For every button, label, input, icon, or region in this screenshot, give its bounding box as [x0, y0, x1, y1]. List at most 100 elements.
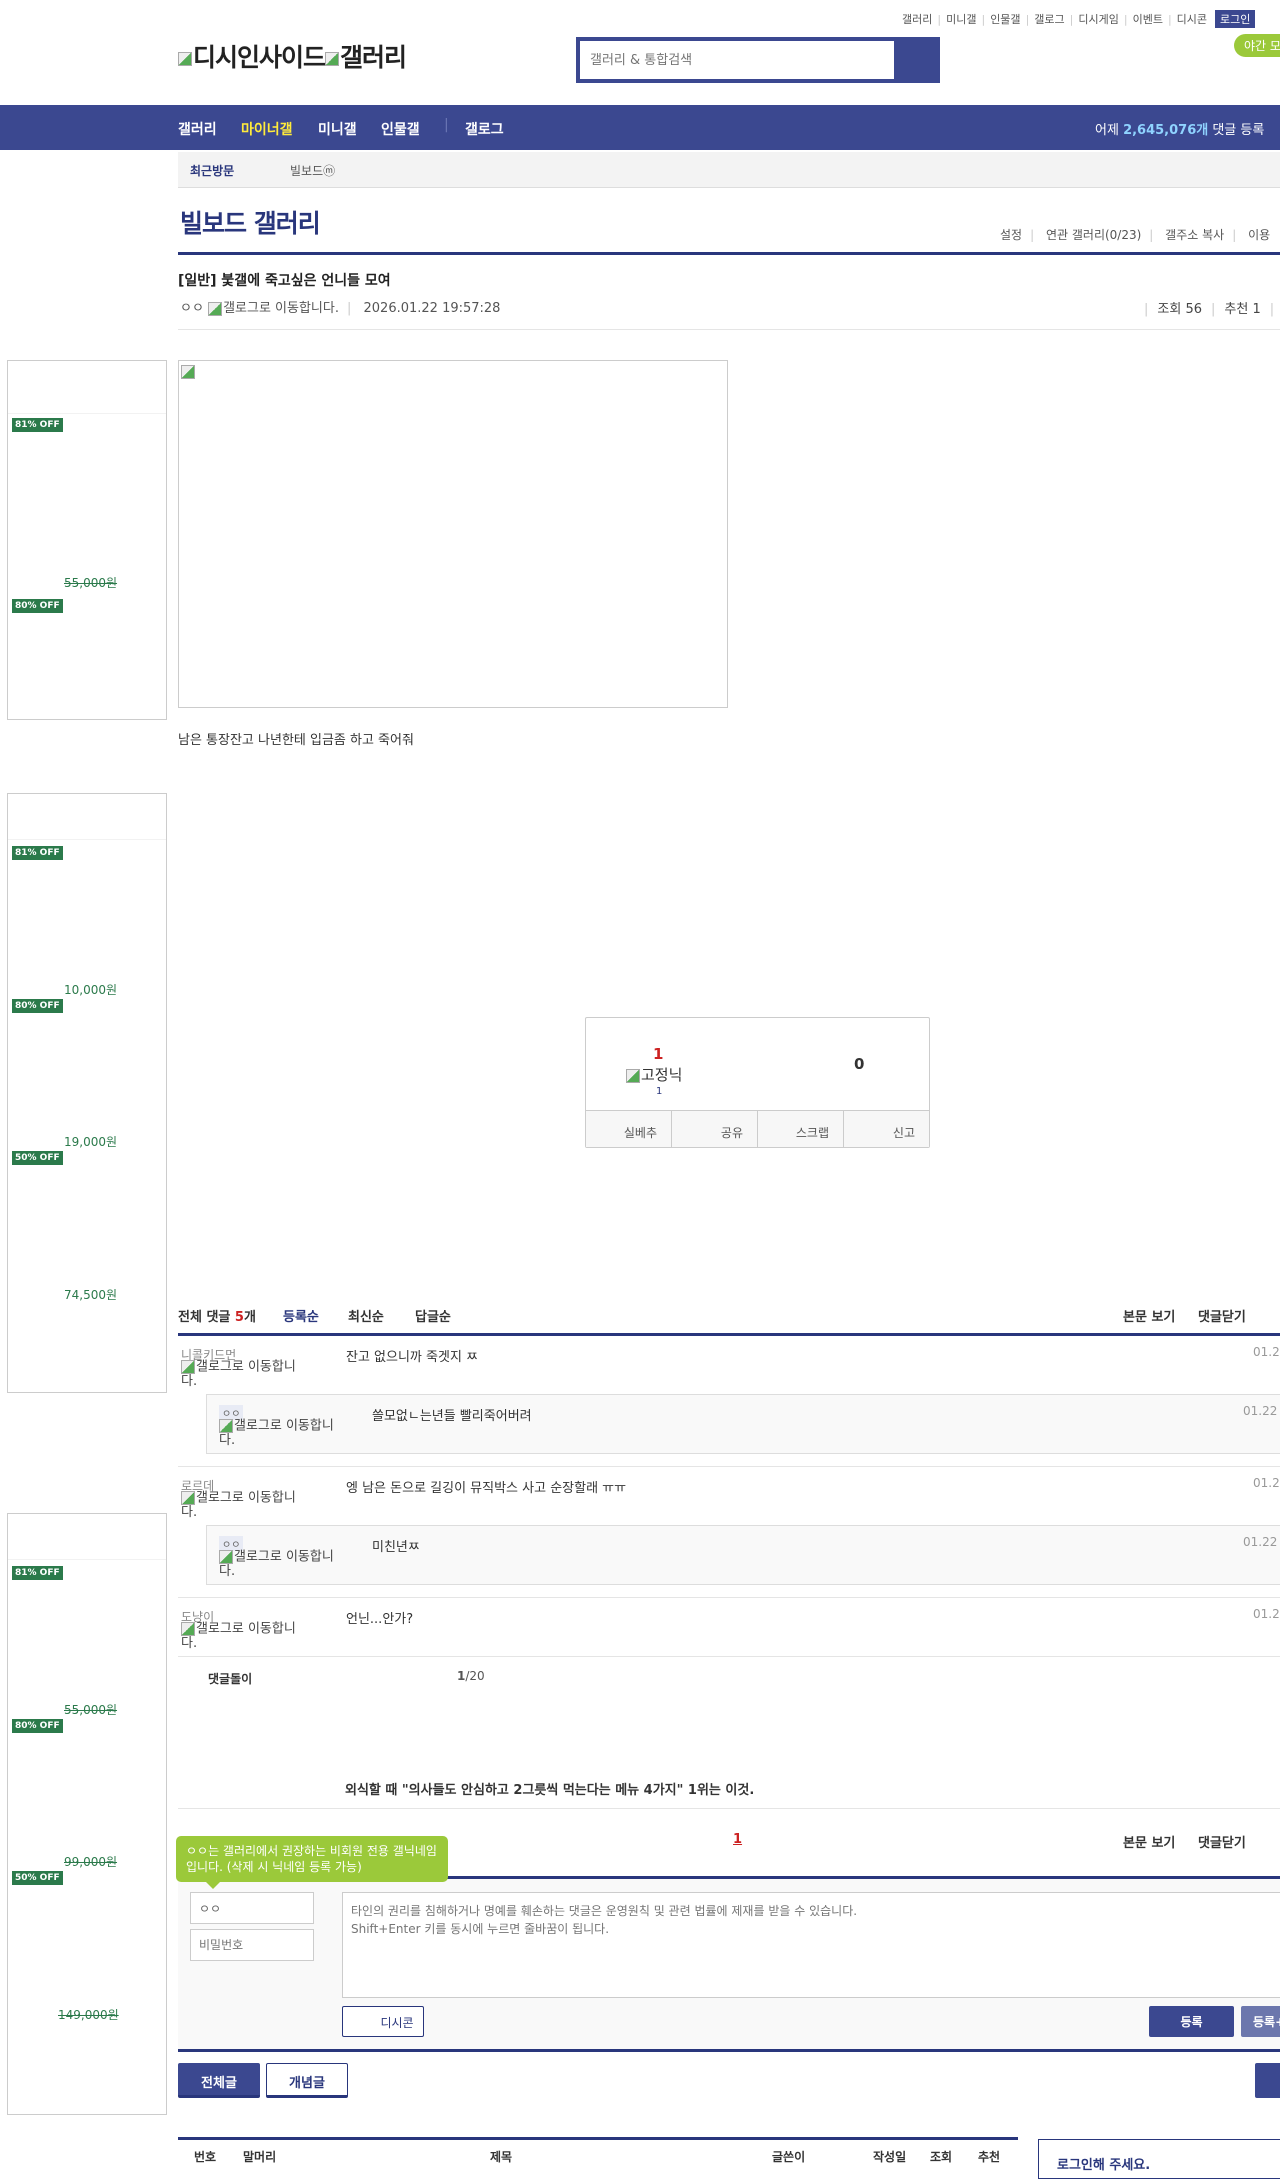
- top-link-gallery[interactable]: 갤러리: [902, 11, 932, 27]
- meta-divider: [178, 329, 1280, 330]
- gallery-title[interactable]: 빌보드 갤러리: [180, 204, 321, 240]
- write-button[interactable]: [1255, 2063, 1280, 2098]
- title-divider: [178, 252, 1280, 255]
- top-link-game[interactable]: 디시게임: [1078, 11, 1118, 27]
- fixed-nick-upvote[interactable]: 고정닉: [626, 1064, 682, 1085]
- comment-text: 언닌...안가?: [346, 1612, 414, 1627]
- logo-gallery: 갤러리: [340, 43, 407, 72]
- reply-text: 쓸모없ㄴ는년들 빨리죽어버려: [372, 1409, 532, 1424]
- login-box: 로그인해 주세요.: [1038, 2139, 1280, 2179]
- copy-address-link[interactable]: 갤주소 복사: [1165, 228, 1224, 242]
- sub-nav: 최근방문 빌보드ⓜ: [178, 152, 1280, 188]
- close-comments-button[interactable]: 댓글닫기: [1198, 1306, 1246, 1325]
- price: 74,500원: [64, 1288, 118, 1302]
- reply-item: ㅇㅇ 갤로그로 이동합니다. 쓸모없ㄴ는년들 빨리죽어버려 01.22: [206, 1394, 1280, 1454]
- view-body-button[interactable]: 본문 보기: [1123, 1306, 1175, 1325]
- share-button[interactable]: 공유: [672, 1111, 758, 1147]
- search-input[interactable]: [580, 41, 894, 79]
- fixed-nick-count: 1: [656, 1086, 663, 1097]
- recent-gallery-link[interactable]: 빌보드ⓜ: [290, 162, 335, 179]
- night-mode-toggle[interactable]: 야간 모드: [1234, 34, 1280, 57]
- col-writer: 글쓴이: [772, 2150, 806, 2164]
- broken-image-icon: [626, 1068, 640, 1083]
- logo[interactable]: 디시인사이드 갤러리: [178, 38, 407, 74]
- tab-all-posts[interactable]: 전체글: [178, 2063, 260, 2098]
- comment-count: 전체 댓글 5개: [178, 1310, 256, 1325]
- comment-textarea[interactable]: [342, 1892, 1280, 1998]
- settings-link[interactable]: 설정: [1000, 228, 1022, 242]
- col-date: 작성일: [873, 2150, 907, 2164]
- nav-mini[interactable]: 미니갤: [318, 119, 357, 139]
- comment-page-1[interactable]: 1: [733, 1832, 742, 1847]
- gallery-menu: 설정 | 연관 갤러리(0/23) | 갤주소 복사 | 이용: [1000, 228, 1271, 242]
- price: 55,000원: [64, 1703, 118, 1717]
- col-number: 번호: [194, 2150, 217, 2164]
- nickname-input[interactable]: [190, 1892, 314, 1924]
- tab-best-posts[interactable]: 개념글: [266, 2063, 348, 2098]
- top-link-person[interactable]: 인물갤: [990, 11, 1020, 27]
- nav-divider: |: [444, 117, 449, 133]
- discount-badge: 80% OFF: [12, 599, 63, 613]
- view-count: 조회 56: [1157, 302, 1202, 317]
- gallog-link[interactable]: 갤로그로 이동합니다.: [181, 1360, 306, 1389]
- top-link-event[interactable]: 이벤트: [1133, 11, 1163, 27]
- comment-item: 로르데 갤로그로 이동합니다. 엥 남은 돈으로 길깅이 뮤직박스 사고 순장할…: [178, 1467, 1280, 1597]
- comment-divider: [178, 1656, 1280, 1657]
- ad-banner[interactable]: 81% OFF 10,000원 80% OFF 19,000원 50% OFF …: [7, 793, 167, 1393]
- reply-item: ㅇㅇ 갤로그로 이동합니다. 미친년ㅉ 01.22: [206, 1525, 1280, 1585]
- submit-button[interactable]: 등록: [1149, 2006, 1234, 2037]
- discount-badge: 80% OFF: [12, 999, 63, 1013]
- related-gallery-link[interactable]: 연관 갤러리(0/23): [1046, 228, 1141, 242]
- price: 10,000원: [64, 983, 118, 997]
- col-head: 말머리: [243, 2150, 277, 2164]
- sort-registered[interactable]: 등록순: [283, 1306, 319, 1325]
- broken-image-icon: [208, 301, 223, 316]
- comment-text: 엥 남은 돈으로 길깅이 뮤직박스 사고 순장할래 ㅠㅠ: [346, 1481, 627, 1496]
- reply-text: 미친년ㅉ: [372, 1540, 420, 1555]
- gallog-link[interactable]: 갤로그로 이동합니다.: [219, 1550, 344, 1579]
- scrap-button[interactable]: 스크랩: [758, 1111, 844, 1147]
- top-link-mini[interactable]: 미니갤: [946, 11, 976, 27]
- password-input[interactable]: [190, 1929, 314, 1961]
- ad-banner[interactable]: 81% OFF 55,000원 80% OFF: [7, 360, 167, 720]
- form-bottom-divider: [178, 2049, 1280, 2052]
- dccon-button[interactable]: 디시콘: [342, 2006, 424, 2037]
- best-recommend-button[interactable]: 실베추: [586, 1111, 672, 1147]
- top-links: 갤러리 | 미니갤 | 인물갤 | 갤로그 | 디시게임 | 이벤트 | 디시콘 로그인: [902, 10, 1256, 28]
- gallog-link[interactable]: 갤로그로 이동합니다.: [219, 1419, 344, 1448]
- nav-person[interactable]: 인물갤: [381, 119, 420, 139]
- col-title: 제목: [490, 2150, 513, 2164]
- gallog-link[interactable]: 갤로그로 이동합니다.: [223, 301, 339, 316]
- nav-gallog[interactable]: 갤로그: [465, 119, 504, 139]
- ad-banner[interactable]: 81% OFF 55,000원 80% OFF 99,000원 50% OFF …: [7, 1513, 167, 2115]
- comment-date: 01.22: [1253, 1476, 1280, 1490]
- nav-gallery[interactable]: 갤러리: [178, 119, 217, 139]
- broken-image-icon: [325, 52, 340, 66]
- gallog-link[interactable]: 갤로그로 이동합니다.: [181, 1491, 306, 1520]
- discount-badge: 81% OFF: [12, 846, 63, 860]
- sort-replies[interactable]: 답글순: [415, 1306, 451, 1325]
- comment-bot-pager[interactable]: 1/20: [457, 1669, 485, 1683]
- nav-minor[interactable]: 마이너갤: [241, 119, 293, 139]
- discount-badge: 81% OFF: [12, 1566, 63, 1580]
- logo-site: 디시인사이드: [193, 43, 326, 72]
- main-nav: 갤러리 마이너갤 미니갤 인물갤 | 갤로그 어제 2,645,076개 댓글 …: [0, 105, 1280, 150]
- close-comments-button[interactable]: 댓글닫기: [1198, 1832, 1246, 1851]
- top-link-dccon[interactable]: 디시콘: [1177, 11, 1207, 27]
- login-button[interactable]: 로그인: [1215, 10, 1256, 28]
- recommend-box: 1 고정닉 1 0 실베추 공유 스크랩 신고: [585, 1017, 930, 1148]
- broken-image-icon: [181, 364, 195, 379]
- usage-link[interactable]: 이용: [1248, 228, 1270, 242]
- search-box: [576, 37, 940, 83]
- sort-latest[interactable]: 최신순: [348, 1306, 384, 1325]
- report-button[interactable]: 신고: [844, 1111, 929, 1147]
- top-link-gallog[interactable]: 갤로그: [1034, 11, 1064, 27]
- price: 149,000원: [58, 2008, 119, 2022]
- view-body-button[interactable]: 본문 보기: [1123, 1832, 1175, 1851]
- gallog-link[interactable]: 갤로그로 이동합니다.: [181, 1622, 306, 1651]
- post-date: 2026.01.22 19:57:28: [363, 301, 501, 316]
- ad-link[interactable]: 외식할 때 "의사들도 안심하고 2그릇씩 먹는다는 메뉴 4가지" 1위는 이…: [345, 1779, 754, 1798]
- post-author[interactable]: ㅇㅇ: [180, 301, 204, 316]
- submit-recommend-button[interactable]: 등록+추천: [1241, 2006, 1280, 2037]
- discount-badge: 50% OFF: [12, 1151, 63, 1165]
